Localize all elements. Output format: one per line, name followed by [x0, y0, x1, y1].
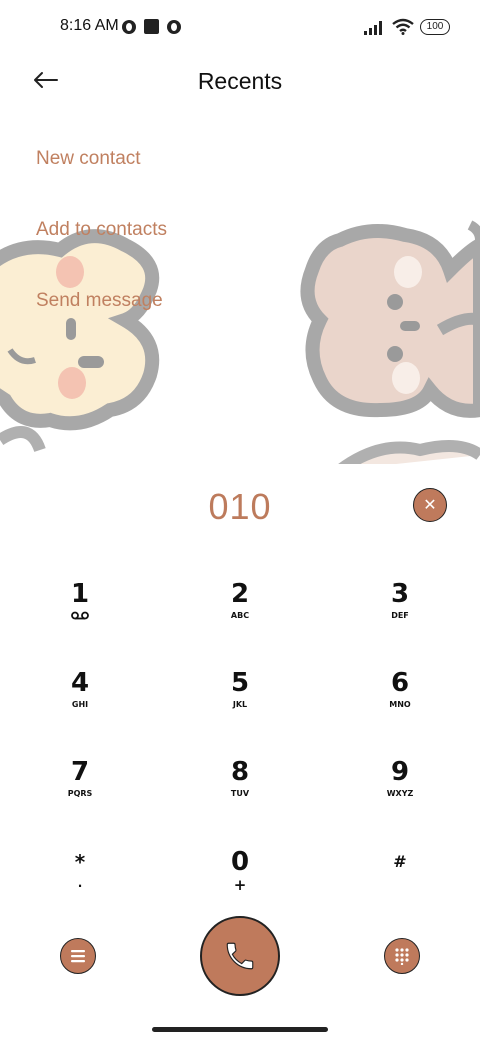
voicemail-icon: [30, 611, 130, 622]
key-4[interactable]: 4 GHI: [30, 669, 130, 739]
key-letters: MNO: [389, 700, 411, 709]
key-digit: 9: [390, 757, 410, 787]
key-digit: 5: [230, 668, 250, 698]
key-6[interactable]: 6 MNO: [350, 669, 450, 739]
key-letters: DEF: [391, 611, 409, 620]
key-8[interactable]: 8 TUV: [190, 758, 290, 828]
key-digit: 1: [70, 579, 90, 609]
key-digit: 4: [70, 668, 90, 698]
screen: 8:16 AM 100 Recents New contact Add to c…: [0, 0, 480, 1040]
key-2[interactable]: 2 ABC: [190, 580, 290, 650]
menu-button[interactable]: [60, 938, 96, 974]
notification-icon: [122, 19, 136, 34]
dialed-number: 010: [208, 486, 272, 527]
status-system-icons: 100: [364, 18, 450, 35]
key-3[interactable]: 3 DEF: [350, 580, 450, 650]
key-1[interactable]: 1: [30, 580, 130, 650]
key-letters: JKL: [232, 700, 248, 709]
key-7[interactable]: 7 PQRS: [30, 758, 130, 828]
key-letters: PQRS: [67, 789, 93, 798]
key-9[interactable]: 9 WXYZ: [350, 758, 450, 828]
phone-icon: [226, 942, 254, 970]
dialpad-icon: [395, 948, 409, 965]
key-letters: ABC: [230, 611, 250, 620]
key-digit: 8: [230, 757, 250, 787]
notification-icon: [167, 19, 181, 34]
key-0[interactable]: 0 +: [190, 848, 290, 918]
key-digit: 3: [390, 579, 410, 609]
key-digit: 7: [70, 757, 90, 787]
keypad-toggle-button[interactable]: [384, 938, 420, 974]
signal-icon: [364, 20, 382, 35]
send-message-option[interactable]: Send message: [36, 290, 163, 312]
key-letters: ·: [77, 879, 83, 893]
close-icon: ✕: [423, 497, 437, 514]
key-letters: +: [233, 876, 247, 894]
stop-icon: [144, 19, 159, 34]
key-letters: TUV: [230, 789, 250, 798]
status-notifications: [122, 19, 181, 34]
key-hash[interactable]: #: [350, 848, 450, 918]
header: Recents: [0, 56, 480, 108]
key-digit: #: [393, 852, 407, 871]
home-indicator[interactable]: [152, 1027, 328, 1032]
add-to-contacts-option[interactable]: Add to contacts: [36, 219, 167, 241]
wifi-icon: [392, 18, 414, 35]
menu-icon: [71, 950, 85, 963]
call-button[interactable]: [200, 916, 280, 996]
dialer-panel: 010 ✕ 1 2 ABC 3 DEF 4 GHI 5 JKL 6 MNO 7 …: [0, 464, 480, 1040]
status-time: 8:16 AM: [60, 17, 119, 34]
key-digit: 2: [230, 579, 250, 609]
key-letters: GHI: [71, 700, 89, 709]
key-letters: WXYZ: [386, 789, 414, 798]
page-title: Recents: [197, 68, 283, 94]
clear-button[interactable]: ✕: [413, 488, 447, 522]
key-digit: 6: [390, 668, 410, 698]
key-digit: *: [74, 850, 86, 874]
battery-icon: 100: [420, 18, 450, 35]
new-contact-option[interactable]: New contact: [36, 148, 141, 170]
key-star[interactable]: * ·: [30, 848, 130, 918]
key-5[interactable]: 5 JKL: [190, 669, 290, 739]
status-bar: 8:16 AM 100: [0, 0, 480, 56]
key-digit: 0: [230, 847, 250, 877]
